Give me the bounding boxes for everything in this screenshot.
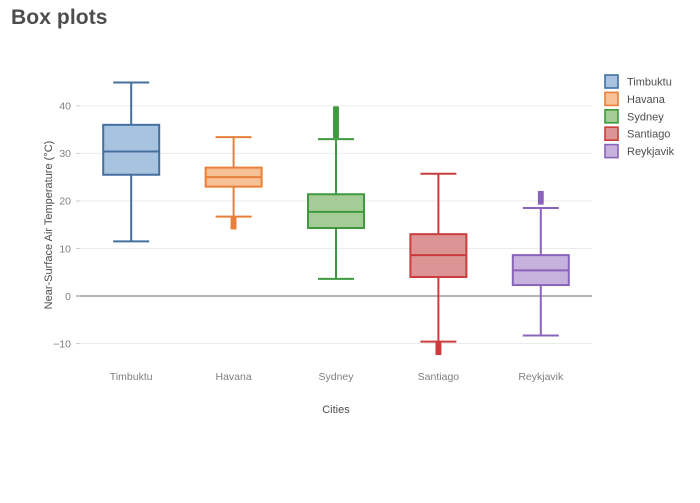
outlier-point [230,225,237,230]
legend-swatch-timbuktu[interactable] [604,74,619,89]
y-axis-tick-label: 20 [59,196,71,208]
outlier-point [333,106,339,111]
chart-container: Box plots −10 0 10 20 30 40 Timbuktu Havana Syd… [0,0,700,503]
box-plot-timbuktu[interactable] [102,81,161,243]
x-axis-tick-label-reykjavik: Reykjavik [518,371,564,383]
legend-label-reykjavik[interactable]: Reykjavik [627,146,675,158]
legend-label-santiago[interactable]: Santiago [627,129,670,141]
legend-swatch-reykjavik[interactable] [604,143,619,159]
box-series-group [102,81,570,355]
box-plot-sydney[interactable] [307,106,365,280]
y-axis-title: Near-Surface Air Temperature (°C) [43,141,55,310]
legend[interactable]: Timbuktu Havana Sydney Santiago Reykjavik [604,74,675,159]
outlier-point [537,190,544,195]
y-axis-tick-label: 30 [59,148,71,160]
box-iqr[interactable] [102,123,161,176]
legend-swatch-havana[interactable] [604,91,619,107]
box-plot-figure: −10 0 10 20 30 40 Timbuktu Havana Sydney Santiag… [43,74,675,416]
legend-swatch-santiago[interactable] [604,126,619,141]
y-axis-tick-labels: −10 0 10 20 30 40 [53,101,71,351]
x-axis-tick-label-sydney: Sydney [318,371,354,383]
x-axis-tick-label-santiago: Santiago [418,371,460,383]
axis-titles: Cities Near-Surface Air Temperature (°C) [43,141,350,416]
legend-label-timbuktu[interactable]: Timbuktu [627,77,672,89]
box-plot-havana[interactable] [204,136,263,230]
outlier-point [435,351,442,355]
y-axis-tick-label: 40 [59,101,71,113]
y-axis-tick-label: 0 [65,291,71,303]
box-plot-reykjavik[interactable] [511,190,570,337]
x-axis-tick-labels: Timbuktu Havana Sydney Santiago Reykjavik [110,371,564,383]
y-axis-tick-label: 10 [59,243,71,255]
x-axis-title: Cities [322,404,350,416]
legend-label-havana[interactable]: Havana [627,94,666,106]
x-axis-tick-label-timbuktu: Timbuktu [110,371,153,383]
legend-label-sydney[interactable]: Sydney [627,111,664,123]
x-axis-tick-label-havana: Havana [215,371,251,383]
legend-swatch-sydney[interactable] [604,109,619,124]
y-axis-tick-label: −10 [53,338,71,350]
